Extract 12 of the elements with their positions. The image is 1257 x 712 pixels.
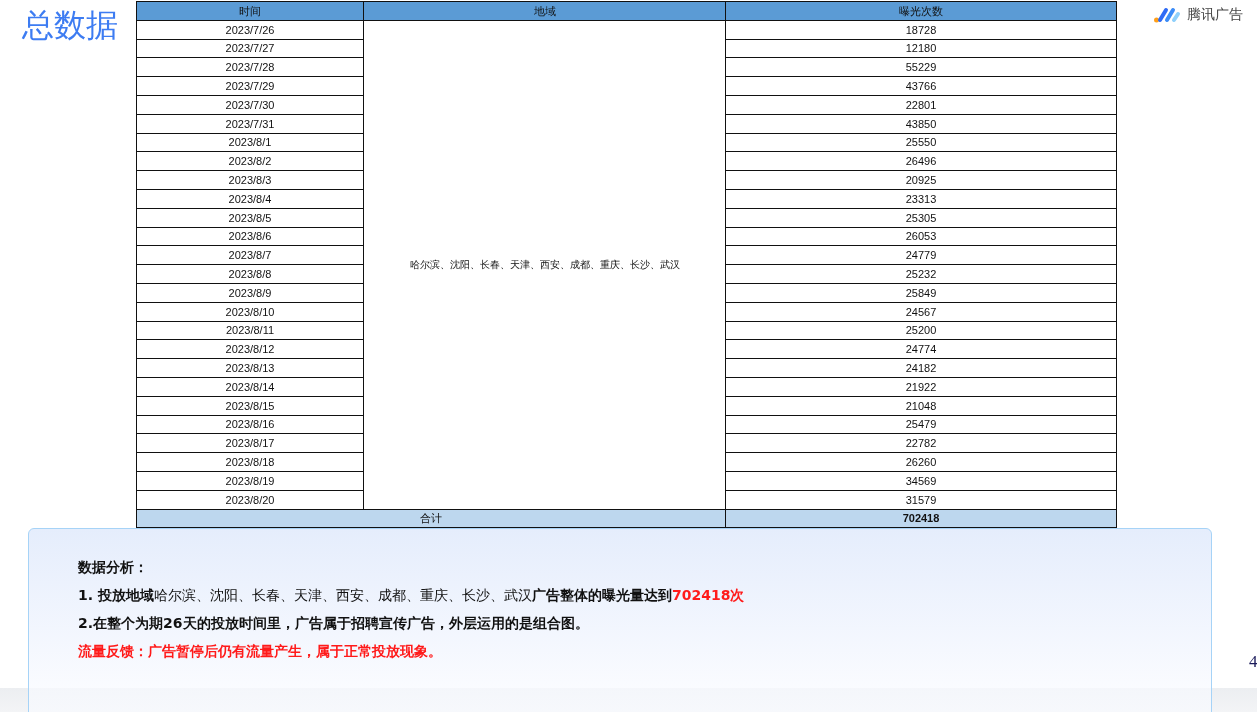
analysis-text: 1. 投放地域哈尔滨、沈阳、长春、天津、西安、成都、重庆、长沙、武汉广告整体的曝光量达到702418次 bbox=[78, 586, 746, 606]
table-cell: 哈尔滨、沈阳、长春、天津、西安、成都、重庆、长沙、武汉 bbox=[363, 20, 726, 509]
page-title: 总数据 bbox=[22, 5, 119, 46]
logo-text: 腾讯广告 bbox=[1187, 6, 1243, 24]
page-number: 4 bbox=[1249, 652, 1257, 672]
analysis-text: 2.在整个为期26天的投放时间里，广告属于招聘宣传广告，外层运用的是组合图。 bbox=[78, 614, 590, 634]
column-header: 地域 bbox=[363, 1, 726, 21]
logo-icon bbox=[1153, 6, 1183, 24]
column-header: 曝光次数 bbox=[725, 1, 1117, 21]
column-header: 时间 bbox=[136, 1, 364, 21]
analysis-text: 流量反馈：广告暂停后仍有流量产生，属于正常投放现象。 bbox=[78, 642, 443, 662]
analysis-heading: 数据分析： bbox=[78, 558, 149, 578]
